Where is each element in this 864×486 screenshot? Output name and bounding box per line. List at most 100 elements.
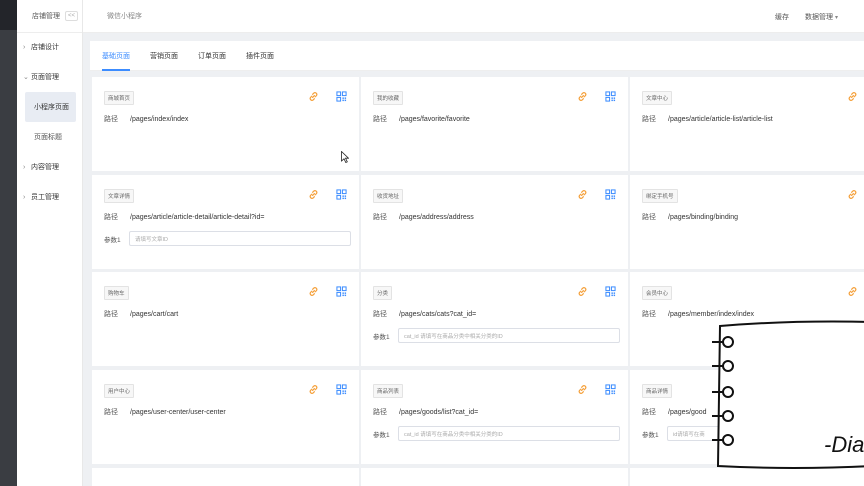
- page-tag: 会员中心: [642, 286, 673, 300]
- page-path: 路径/pages/member/index/index: [642, 309, 754, 319]
- qrcode-icon[interactable]: [336, 384, 347, 395]
- link-icon[interactable]: [308, 384, 319, 395]
- page-path: 路径/pages/good: [642, 407, 707, 417]
- sidebar-item-page-titles[interactable]: 页面标题: [17, 122, 82, 152]
- app-logo: [0, 0, 17, 30]
- page-path: 路径/pages/address/address: [373, 212, 474, 222]
- tab-basic-pages[interactable]: 基础页面: [102, 41, 130, 71]
- param-input[interactable]: cat_id 请填写在商品分类中相关分类的ID: [398, 328, 620, 343]
- page-card: 购物车 路径/pages/cart/cart: [92, 272, 359, 366]
- page-card: [92, 468, 359, 486]
- path-label: 路径: [104, 214, 118, 221]
- page-card: 商城首页路径/pages/index/index: [92, 77, 359, 171]
- chevron-right-icon: ›: [23, 193, 26, 201]
- sidebar-header: 店铺管理 <<: [17, 0, 82, 33]
- path-label: 路径: [373, 214, 387, 221]
- page-card: [361, 468, 628, 486]
- link-icon[interactable]: [577, 384, 588, 395]
- path-value: /pages/good: [668, 409, 707, 416]
- sidebar-item-content-management[interactable]: › 内容管理: [17, 152, 82, 182]
- page-tag: 用户中心: [104, 384, 135, 398]
- app-rail: [0, 0, 17, 486]
- page-path: 路径/pages/article/article-list/article-li…: [642, 114, 773, 124]
- chevron-right-icon: ›: [23, 43, 26, 51]
- top-bar: 微信小程序 缓存 数据管理 ▾: [83, 0, 864, 33]
- qrcode-icon[interactable]: [605, 91, 616, 102]
- breadcrumb[interactable]: 微信小程序: [107, 11, 142, 21]
- qrcode-icon[interactable]: [336, 189, 347, 200]
- link-icon[interactable]: [577, 286, 588, 297]
- page-card: 文章中心路径/pages/article/article-list/articl…: [630, 77, 864, 171]
- mouse-cursor-icon: [341, 151, 349, 163]
- link-icon[interactable]: [577, 189, 588, 200]
- page-card: 文章详情路径/pages/article/article-detail/arti…: [92, 175, 359, 269]
- page-card: 分类 路径/pages/cats/cats?cat_id= 参数1 cat_id 请填…: [361, 272, 628, 366]
- chevron-down-icon: ▾: [834, 14, 838, 21]
- param-row: 参数1 cat_id 请填写在商品分类中相关分类的ID: [373, 426, 620, 441]
- sidebar-title: 店铺管理: [32, 13, 60, 20]
- qrcode-icon[interactable]: [605, 286, 616, 297]
- link-icon[interactable]: [308, 91, 319, 102]
- cache-button[interactable]: 缓存: [775, 12, 789, 22]
- path-label: 路径: [104, 311, 118, 318]
- tab-marketing-pages[interactable]: 营销页面: [150, 41, 178, 71]
- page-path: 路径/pages/article/article-detail/article-…: [104, 212, 264, 222]
- page-path: 路径/pages/goods/list?cat_id=: [373, 407, 478, 417]
- link-icon[interactable]: [847, 189, 858, 200]
- notebook-text: -Dia: [824, 432, 864, 457]
- page-tag: 商城首页: [104, 91, 135, 105]
- path-value: /pages/favorite/favorite: [399, 116, 470, 123]
- tab-bar: 基础页面 营销页面 订单页面 插件页面: [90, 41, 864, 71]
- page-path: 路径/pages/cats/cats?cat_id=: [373, 309, 476, 319]
- tabs-panel: 基础页面 营销页面 订单页面 插件页面: [90, 41, 864, 71]
- link-icon[interactable]: [847, 286, 858, 297]
- sidebar-item-page-management[interactable]: ⌄ 页面管理: [17, 62, 82, 92]
- link-icon[interactable]: [308, 189, 319, 200]
- sidebar-item-staff-management[interactable]: › 员工管理: [17, 182, 82, 212]
- path-label: 路径: [642, 116, 656, 123]
- collapse-button[interactable]: <<: [64, 11, 78, 21]
- page-path: 路径/pages/favorite/favorite: [373, 114, 470, 124]
- page-path: 路径/pages/binding/binding: [642, 212, 738, 222]
- param-input[interactable]: 请填写文章ID: [129, 231, 351, 246]
- path-value: /pages/article/article-detail/article-de…: [130, 214, 265, 221]
- path-value: /pages/binding/binding: [668, 214, 739, 221]
- chevron-right-icon: ›: [23, 163, 26, 171]
- page-tag: 文章详情: [104, 189, 135, 203]
- link-icon[interactable]: [847, 91, 858, 102]
- page-card: 商品列表 路径/pages/goods/list?cat_id= 参数1 cat_id…: [361, 370, 628, 464]
- page-path: 路径/pages/index/index: [104, 114, 188, 124]
- path-value: /pages/article/article-list/article-list: [668, 116, 773, 123]
- sidebar-item-label: 店铺设计: [31, 44, 59, 51]
- path-value: /pages/address/address: [399, 214, 474, 221]
- sidebar: 店铺管理 << › 店铺设计 ⌄ 页面管理 小程序页面 页面标题 › 内容管理 …: [17, 0, 83, 486]
- link-icon[interactable]: [577, 91, 588, 102]
- path-label: 路径: [373, 409, 387, 416]
- qrcode-icon[interactable]: [336, 91, 347, 102]
- chevron-down-icon: ⌄: [23, 74, 29, 81]
- link-icon[interactable]: [308, 286, 319, 297]
- admin-menu[interactable]: 数据管理 ▾: [805, 12, 838, 22]
- page-tag: 文章中心: [642, 91, 673, 105]
- qrcode-icon[interactable]: [336, 286, 347, 297]
- qrcode-icon[interactable]: [605, 189, 616, 200]
- page-tag: 分类: [373, 286, 393, 300]
- path-label: 路径: [373, 116, 387, 123]
- page-tag: 绑定手机号: [642, 189, 678, 203]
- admin-menu-label: 数据管理: [805, 13, 834, 21]
- path-value: /pages/member/index/index: [668, 311, 754, 318]
- page-card: 收货地址路径/pages/address/address: [361, 175, 628, 269]
- path-label: 路径: [104, 409, 118, 416]
- tab-order-pages[interactable]: 订单页面: [198, 41, 226, 71]
- path-value: /pages/user-center/user-center: [130, 409, 226, 416]
- page-card: 我的收藏路径/pages/favorite/favorite: [361, 77, 628, 171]
- page-tag: 我的收藏: [373, 91, 404, 105]
- param-input[interactable]: cat_id 请填写在商品分类中相关分类的ID: [398, 426, 620, 441]
- qrcode-icon[interactable]: [605, 384, 616, 395]
- sidebar-item-label: 内容管理: [31, 164, 59, 171]
- sidebar-item-store-design[interactable]: › 店铺设计: [17, 32, 82, 62]
- sidebar-item-miniprogram-pages[interactable]: 小程序页面: [25, 92, 76, 122]
- tab-plugin-pages[interactable]: 插件页面: [246, 41, 274, 71]
- page-tag: 收货地址: [373, 189, 404, 203]
- page-card: 用户中心路径/pages/user-center/user-center: [92, 370, 359, 464]
